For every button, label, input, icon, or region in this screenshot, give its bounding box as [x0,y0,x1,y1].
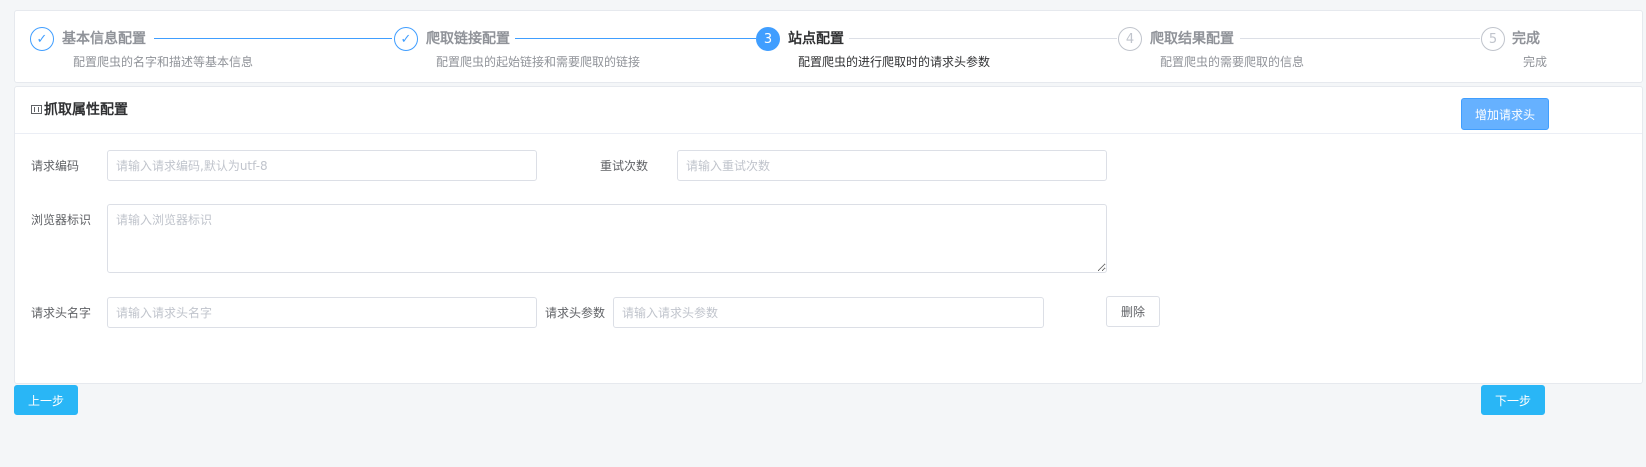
step-1-check-icon: ✓ [30,27,54,51]
header-name-input[interactable] [107,297,537,328]
next-step-button[interactable]: 下一步 [1481,385,1545,415]
delete-header-button[interactable]: 删除 [1106,296,1160,327]
panel-header: 抓取属性配置 增加请求头 [15,87,1642,134]
header-value-label: 请求头参数 [545,306,606,320]
crawl-attributes-panel: 抓取属性配置 增加请求头 请求编码 重试次数 浏览器标识 请求头名字 请求头参数… [14,86,1643,384]
step-4-connector [1240,38,1480,39]
step-3-number: 3 [756,27,780,51]
step-1-desc: 配置爬虫的名字和描述等基本信息 [73,55,254,69]
step-1-title: 基本信息配置 [62,31,146,47]
retry-input[interactable] [677,150,1107,181]
step-2-desc: 配置爬虫的起始链接和需要爬取的链接 [436,55,641,69]
header-name-label: 请求头名字 [31,306,92,320]
prev-step-button[interactable]: 上一步 [14,385,78,415]
step-5-number: 5 [1481,27,1505,51]
step-2-connector [515,38,756,39]
encoding-label: 请求编码 [31,159,80,173]
user-agent-textarea[interactable] [107,204,1107,273]
step-4-number: 4 [1118,27,1142,51]
steps-bar: ✓ 基本信息配置 配置爬虫的名字和描述等基本信息 ✓ 爬取链接配置 配置爬虫的起… [14,10,1643,83]
step-4-title: 爬取结果配置 [1150,31,1234,47]
panel-title-text: 抓取属性配置 [44,102,128,118]
step-3-desc: 配置爬虫的进行爬取时的请求头参数 [798,55,991,69]
add-request-header-button[interactable]: 增加请求头 [1461,98,1549,130]
panel-title: 抓取属性配置 [31,99,128,119]
step-2-title: 爬取链接配置 [426,31,510,47]
film-icon [31,105,42,114]
step-3-connector [849,38,1117,39]
step-4-desc: 配置爬虫的需要爬取的信息 [1160,55,1305,69]
encoding-input[interactable] [107,150,537,181]
step-3-title: 站点配置 [788,31,844,47]
user-agent-label: 浏览器标识 [31,213,92,227]
step-1-connector [154,38,392,39]
step-5-desc: 完成 [1523,55,1548,69]
step-5-title: 完成 [1512,31,1540,47]
retry-label: 重试次数 [600,159,649,173]
step-2-check-icon: ✓ [394,27,418,51]
header-value-input[interactable] [613,297,1044,328]
